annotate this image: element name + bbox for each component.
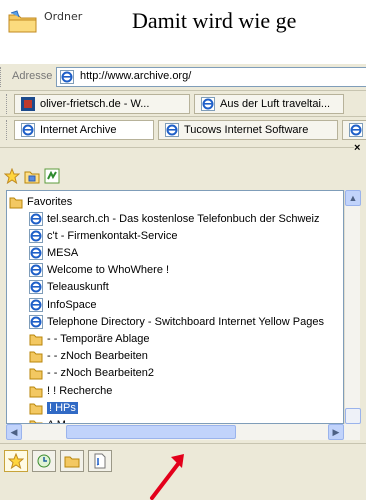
horizontal-scrollbar[interactable]: ◀ ▶ [6,424,360,440]
folder-icon [8,10,37,33]
favorite-link[interactable]: Telephone Directory - Switchboard Intern… [29,313,324,330]
tree-label: Teleauskunft [47,281,109,294]
star-icon[interactable] [4,168,20,184]
close-panel-icon[interactable]: × [354,142,360,154]
tree-folder[interactable]: A M [29,416,66,423]
divider [0,147,354,148]
ie-page-icon [29,314,43,329]
folder-icon [29,334,43,346]
favorites-button[interactable] [4,450,28,472]
favorite-link[interactable]: InfoSpace [29,296,97,313]
divider [0,90,366,91]
tab-internet-archive[interactable]: Internet Archive [14,120,154,140]
tree-label: ! ! Recherche [47,384,113,397]
folders-button-label[interactable]: Ordner [44,10,82,23]
ie-page-icon [60,70,74,84]
tree-label: - - Temporäre Ablage [47,332,150,345]
tab-partial[interactable] [342,120,366,140]
favorites-tree[interactable]: Favorites tel.search.ch - Das kostenlose… [6,190,344,424]
page-headline: Damit wird wie ge [132,8,297,33]
tree-label: Welcome to WhoWhere ! [47,264,170,277]
favorite-link[interactable]: Teleauskunft [29,279,109,296]
folder-icon [9,197,23,208]
ie-page-icon [29,280,43,295]
scroll-right-button[interactable]: ▶ [328,424,344,440]
tree-folder[interactable]: - - zNoch Bearbeiten [29,348,148,365]
folder-icon [29,386,43,397]
history-icon [37,454,51,468]
scroll-left-button[interactable]: ◀ [6,424,22,440]
folders-button[interactable] [60,450,84,472]
tree-label: tel.search.ch - Das kostenlose Telefonbu… [47,212,320,225]
ie-page-icon [201,97,215,111]
tree-label: InfoSpace [47,298,97,311]
tree-folder[interactable]: ! HPs [29,399,78,416]
ie-page-icon [165,123,179,137]
ie-page-icon [29,211,43,226]
tab-aus-der-luft[interactable]: Aus der Luft traveltai... [194,94,344,114]
history-button[interactable] [32,450,56,472]
tree-label: - - zNoch Bearbeiten [47,350,148,363]
folder-icon [29,368,43,380]
favorite-link[interactable]: c't - Firmenkontakt-Service [29,227,177,244]
tab-oliver-frietsch[interactable]: oliver-frietsch.de - W... [14,94,190,114]
ie-page-icon [21,123,35,137]
folder-icon [29,403,43,415]
vertical-scrollbar[interactable]: ▲ [344,190,361,424]
divider [0,443,366,444]
notes-button[interactable] [88,450,112,472]
site-favicon-icon [21,97,35,111]
scroll-thumb[interactable] [66,425,236,439]
scroll-up-button[interactable]: ▲ [345,190,361,206]
star-icon [8,453,24,469]
tab-label: Tucows Internet Software [184,124,309,136]
tabbar-grip[interactable] [6,120,10,140]
green-page-icon[interactable] [44,168,60,184]
ie-page-icon [29,297,43,312]
favorite-link[interactable]: Welcome to WhoWhere ! [29,262,169,279]
tab-label: Aus der Luft traveltai... [220,98,331,110]
tree-folder[interactable]: ! ! Recherche [29,382,112,399]
address-url[interactable]: http://www.archive.org/ [80,70,191,82]
tree-label: Favorites [27,195,73,208]
tab-tucows[interactable]: Tucows Internet Software [158,120,338,140]
favorite-link[interactable]: MESA [29,244,78,261]
folder-icon [29,351,43,363]
tree-label: - - zNoch Bearbeiten2 [47,367,154,380]
favorite-link[interactable]: tel.search.ch - Das kostenlose Telefonbu… [29,210,320,227]
address-label: Adresse [12,70,53,82]
tree-root-favorites[interactable]: Favorites [9,193,72,210]
page-icon [94,453,106,469]
tab-label: Internet Archive [40,124,117,136]
folder-lock-icon[interactable] [24,168,40,184]
ie-page-icon [29,245,43,260]
toolbar-grip[interactable] [0,67,4,87]
tree-label: MESA [47,246,79,259]
tree-folder[interactable]: - - zNoch Bearbeiten2 [29,365,154,382]
divider [0,116,366,117]
tab-label: oliver-frietsch.de - W... [40,98,150,110]
scroll-down-button[interactable] [345,408,361,424]
tree-label: Telephone Directory - Switchboard Intern… [47,315,324,328]
tree-label: c't - Firmenkontakt-Service [47,229,178,242]
ie-page-icon [29,228,43,243]
red-arrow-annotation [150,454,184,500]
tree-label: ! HPs [47,401,78,414]
folder-icon [64,456,80,468]
ie-page-icon [29,263,43,278]
ie-page-icon [349,123,363,137]
tree-folder[interactable]: - - Temporäre Ablage [29,330,150,347]
tabbar-grip[interactable] [6,94,10,114]
